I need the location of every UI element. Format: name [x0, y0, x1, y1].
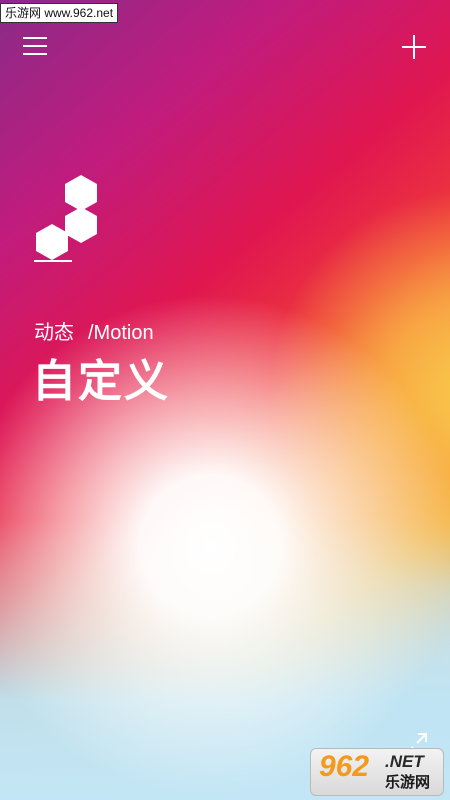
- menu-icon[interactable]: [23, 36, 47, 56]
- mode-title[interactable]: 自定义: [32, 352, 170, 412]
- mode-label-en: /Motion: [88, 322, 154, 344]
- hexagon-cluster-icon: [34, 175, 97, 262]
- watermark-name: 乐游网: [385, 773, 431, 791]
- site-watermark-top: 乐游网 www.962.net: [0, 3, 119, 23]
- logo-underline: [34, 260, 72, 262]
- hexagon-top: [65, 175, 97, 211]
- watermark-domain: .NET: [385, 752, 424, 771]
- plus-icon[interactable]: [402, 35, 426, 59]
- watermark-number: 962: [319, 750, 370, 783]
- motion-screen: 乐游网 www.962.net 动态/Motion 自定义 962 .NET 乐…: [0, 0, 450, 800]
- site-watermark-badge: 962 .NET 乐游网: [310, 748, 444, 796]
- hexagon-middle: [65, 207, 97, 243]
- mode-label: 动态/Motion: [34, 318, 154, 347]
- mode-label-cn: 动态: [34, 320, 74, 344]
- hexagon-bottom: [36, 224, 68, 260]
